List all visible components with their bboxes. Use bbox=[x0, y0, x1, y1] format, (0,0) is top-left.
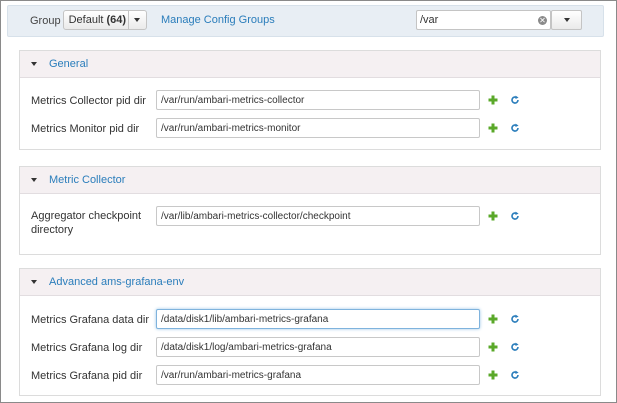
plus-icon[interactable] bbox=[488, 314, 498, 324]
filter-dropdown-button[interactable] bbox=[551, 10, 582, 30]
refresh-icon[interactable] bbox=[510, 314, 520, 324]
plus-icon[interactable] bbox=[488, 211, 498, 221]
section-header-metric-collector[interactable]: Metric Collector bbox=[20, 167, 600, 194]
config-value-input[interactable] bbox=[156, 365, 480, 385]
caret-down-icon bbox=[31, 62, 37, 66]
section-header-general[interactable]: General bbox=[20, 51, 600, 78]
config-group-caret-button[interactable] bbox=[127, 11, 146, 29]
refresh-icon[interactable] bbox=[510, 211, 520, 221]
config-label: Metrics Collector pid dir bbox=[31, 95, 146, 107]
config-value-input[interactable] bbox=[156, 90, 480, 110]
caret-down-icon bbox=[31, 280, 37, 284]
config-toolbar: Group Default (64) Manage Config Groups … bbox=[7, 5, 604, 37]
section-title: Metric Collector bbox=[49, 174, 126, 186]
section-metric-collector: Metric Collector Aggregator checkpoint d… bbox=[19, 166, 601, 255]
caret-down-icon bbox=[134, 18, 141, 22]
config-label: Metrics Grafana data dir bbox=[31, 314, 149, 326]
section-advanced-ams-grafana-env: Advanced ams-grafana-env Metrics Grafana… bbox=[19, 268, 601, 396]
config-group-button[interactable]: Default (64) bbox=[64, 14, 128, 26]
caret-down-icon bbox=[563, 18, 570, 22]
section-header-advanced-ams-grafana-env[interactable]: Advanced ams-grafana-env bbox=[20, 269, 600, 296]
config-label: Aggregator checkpoint directory bbox=[31, 210, 142, 236]
manage-config-groups-link[interactable]: Manage Config Groups bbox=[161, 14, 275, 26]
refresh-icon[interactable] bbox=[510, 370, 520, 380]
clear-icon[interactable]: ✕ bbox=[538, 16, 547, 25]
config-value-input[interactable] bbox=[156, 309, 480, 329]
plus-icon[interactable] bbox=[488, 123, 498, 133]
config-filter-input[interactable] bbox=[416, 10, 551, 30]
section-title: Advanced ams-grafana-env bbox=[49, 276, 185, 288]
plus-icon[interactable] bbox=[488, 370, 498, 380]
refresh-icon[interactable] bbox=[510, 342, 520, 352]
plus-icon[interactable] bbox=[488, 342, 498, 352]
config-label: Metrics Grafana log dir bbox=[31, 342, 143, 354]
config-group-name: Default bbox=[68, 14, 104, 26]
section-general: General Metrics Collector pid dir Metric… bbox=[19, 50, 601, 150]
config-value-input[interactable] bbox=[156, 118, 480, 138]
config-group-dropdown[interactable]: Default (64) bbox=[63, 10, 147, 30]
config-value-input[interactable] bbox=[156, 337, 480, 357]
refresh-icon[interactable] bbox=[510, 95, 520, 105]
refresh-icon[interactable] bbox=[510, 123, 520, 133]
group-label: Group bbox=[30, 15, 61, 27]
config-label: Metrics Grafana pid dir bbox=[31, 370, 143, 382]
caret-down-icon bbox=[31, 178, 37, 182]
config-value-input[interactable] bbox=[156, 206, 480, 226]
section-title: General bbox=[49, 58, 89, 70]
config-label: Metrics Monitor pid dir bbox=[31, 123, 140, 135]
config-group-count: (64) bbox=[106, 14, 127, 26]
plus-icon[interactable] bbox=[488, 95, 498, 105]
